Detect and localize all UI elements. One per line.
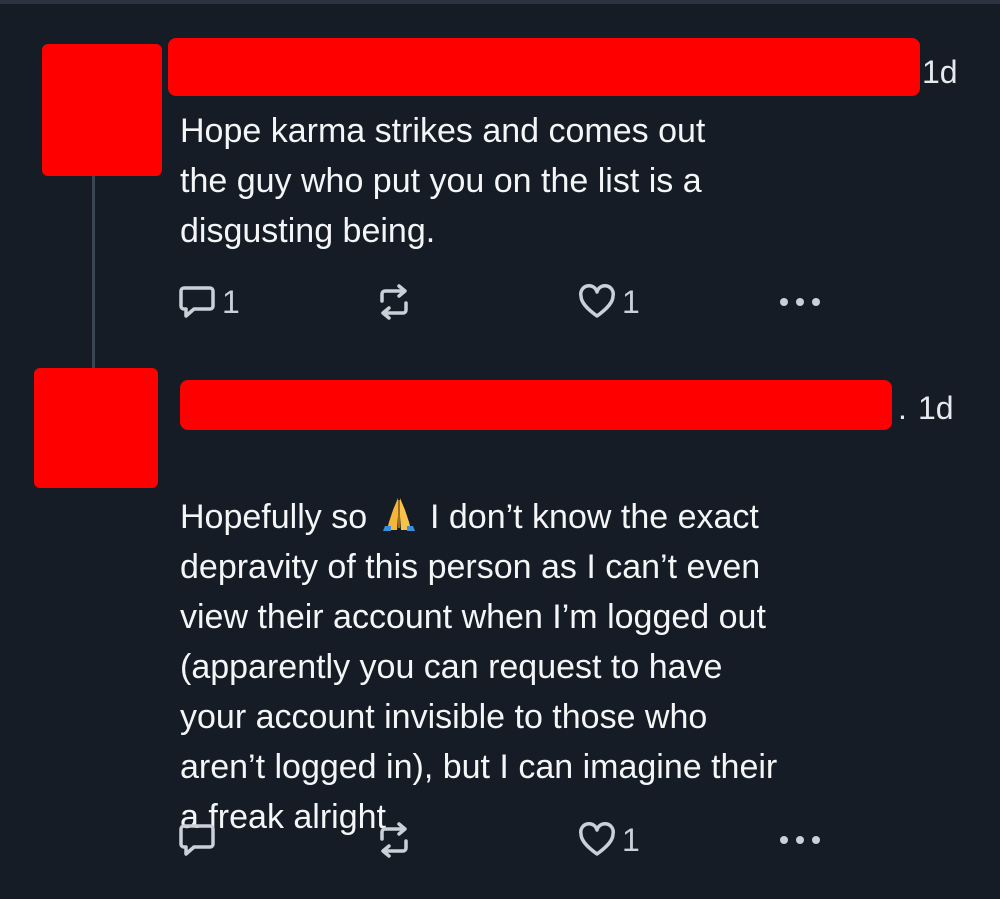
like-count: 1 — [622, 822, 640, 858]
post-timestamp: 1d — [922, 54, 958, 90]
repost-icon — [380, 284, 408, 320]
reply-icon — [179, 286, 215, 318]
post-text-part: I don’t know the exact depravity of this… — [180, 498, 778, 836]
repost-button[interactable] — [374, 820, 414, 860]
repost-icon — [380, 822, 408, 858]
post-text-part: Hopefully so — [180, 498, 377, 536]
reply-button[interactable] — [178, 820, 216, 860]
reply-icon — [179, 824, 215, 856]
heart-icon — [579, 284, 615, 318]
more-options-button[interactable] — [776, 820, 824, 860]
post-text: Hopefully so I don’t know the exact depr… — [180, 442, 940, 842]
reply-button[interactable]: 1 — [178, 282, 240, 322]
avatar-redacted[interactable] — [34, 368, 158, 488]
reply-count: 1 — [222, 284, 240, 320]
post-timestamp: 1d — [918, 390, 954, 426]
action-bar: 1 1 — [178, 282, 838, 322]
folded-hands-emoji-icon — [382, 498, 415, 531]
author-name-redacted[interactable] — [168, 38, 920, 96]
avatar-redacted[interactable] — [42, 44, 162, 176]
thread-view: 1d Hope karma strikes and comes out the … — [0, 0, 1000, 899]
post-text: Hope karma strikes and comes out the guy… — [180, 112, 706, 250]
more-icon — [780, 298, 820, 306]
like-count: 1 — [622, 284, 640, 320]
like-button[interactable]: 1 — [578, 820, 640, 860]
heart-icon — [579, 822, 615, 856]
author-name-redacted[interactable] — [180, 380, 892, 430]
top-divider — [0, 0, 1000, 4]
more-options-button[interactable] — [776, 282, 824, 322]
action-bar: 1 — [178, 820, 838, 860]
repost-button[interactable] — [374, 282, 414, 322]
more-icon — [780, 836, 820, 844]
post-timestamp-prefix: . — [898, 390, 907, 426]
thread-connector-line — [92, 176, 95, 368]
like-button[interactable]: 1 — [578, 282, 640, 322]
